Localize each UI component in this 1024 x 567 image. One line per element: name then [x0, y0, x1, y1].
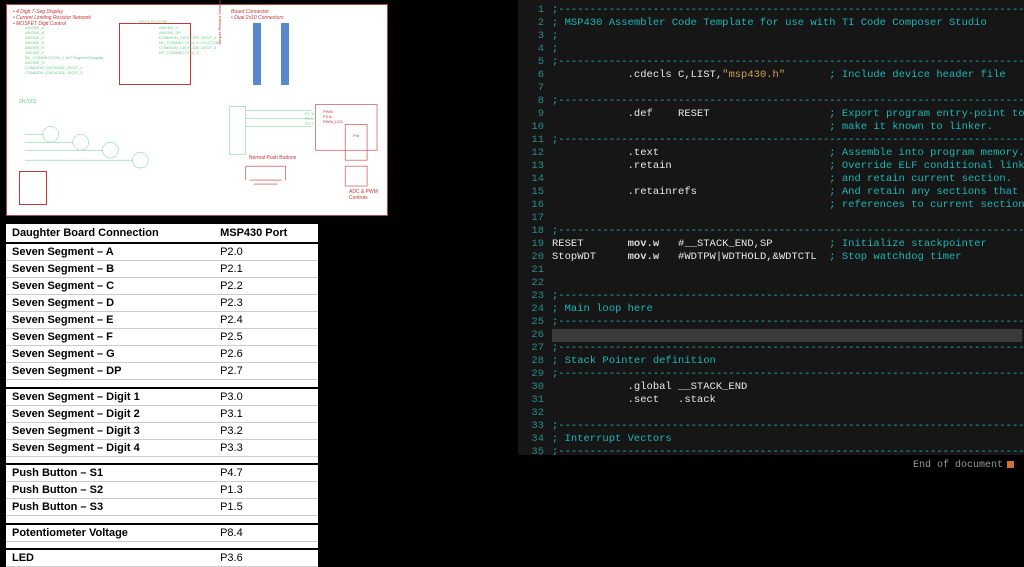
- table-row: Push Button – S2P1.3: [6, 482, 318, 499]
- table-row: Seven Segment – AP2.0: [6, 243, 318, 261]
- component-label: DS2 LTS-2723E: [139, 19, 168, 24]
- table-row: Seven Segment – DP2.3: [6, 295, 318, 312]
- table-row: Potentiometer VoltageP8.4: [6, 524, 318, 542]
- table-row: Seven Segment – Digit 2P3.1: [6, 405, 318, 422]
- schematic-labels-left: ANODE_AANODE_BANODE_CANODE_DANODE_EANODE…: [25, 25, 103, 75]
- table-row: Seven Segment – DPP2.7: [6, 363, 318, 380]
- schematic-bottom-text: Normal Push Buttons: [249, 155, 296, 161]
- schematic-adc-text: ADC & PWM Controls: [349, 189, 378, 201]
- eod-icon: [1007, 461, 1014, 468]
- table-row: Seven Segment – Digit 1P3.0: [6, 388, 318, 406]
- schematic-image: • 4 Digit 7-Seg Display• Current Limitin…: [6, 4, 388, 216]
- schematic-side-text: Jumper Resistor Network: 150 or 470 Ohms…: [217, 0, 222, 45]
- schematic-board-conn: Board Connector • Dual 2x10 Connectors: [231, 9, 284, 21]
- table-row: Push Button – S3P1.5: [6, 499, 318, 516]
- editor-gutter: 1234567891011121314151617181920212223242…: [518, 4, 550, 455]
- table-row: LEDP3.6: [6, 549, 318, 567]
- table-header-conn: Daughter Board Connection: [6, 224, 214, 243]
- table-row: Seven Segment – GP2.6: [6, 346, 318, 363]
- table-header-port: MSP430 Port: [214, 224, 318, 243]
- editor-code: ;---------------------------------------…: [552, 4, 1024, 455]
- code-editor[interactable]: 1234567891011121314151617181920212223242…: [518, 0, 1024, 455]
- schematic-labels-right: ANODE_CANODE_DPCOMMON_CATHODE_DIGIT_2NC_…: [159, 25, 220, 55]
- table-row: Seven Segment – EP2.4: [6, 312, 318, 329]
- table-row: Seven Segment – Digit 3P3.2: [6, 422, 318, 439]
- table-row: Seven Segment – FP2.5: [6, 329, 318, 346]
- table-row: Seven Segment – BP2.1: [6, 261, 318, 278]
- pot-label: Pot: [353, 133, 359, 138]
- end-of-document: End of document: [913, 460, 1014, 471]
- pin-table: Daughter Board Connection MSP430 Port Se…: [6, 224, 318, 567]
- q-label: 2N7002: [19, 99, 37, 105]
- table-row: Seven Segment – Digit 4P3.3: [6, 439, 318, 456]
- table-row: Push Button – S1P4.7: [6, 464, 318, 482]
- table-row: Seven Segment – CP2.2: [6, 278, 318, 295]
